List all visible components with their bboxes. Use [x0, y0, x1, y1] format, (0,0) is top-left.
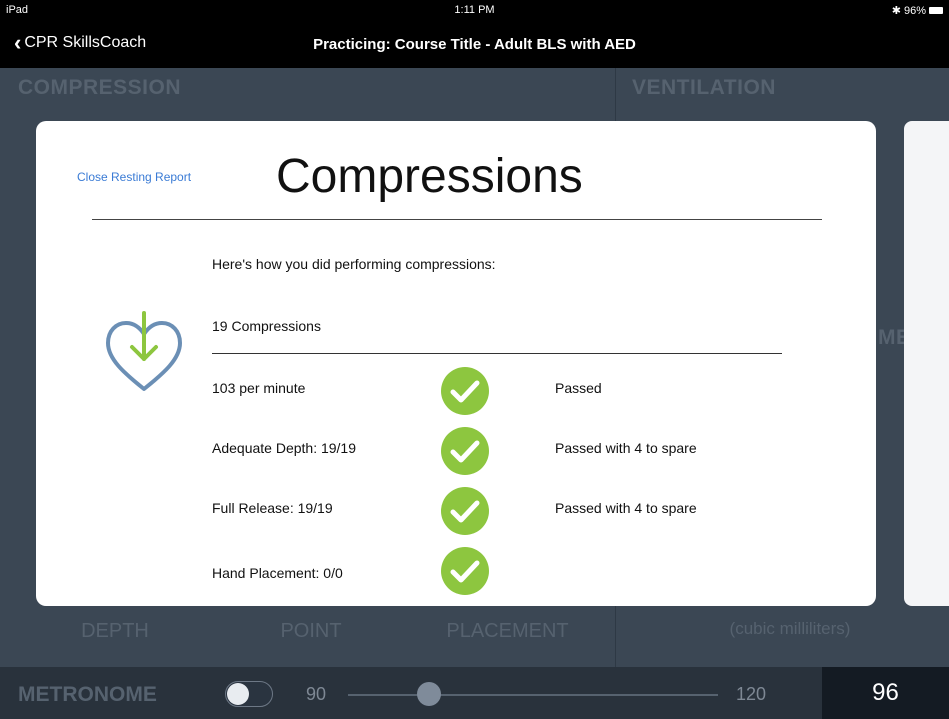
result-row-rate: 103 per minute Passed [36, 366, 876, 416]
result-status: Passed [555, 380, 602, 396]
result-row-release: Full Release: 19/19 Passed with 4 to spa… [36, 486, 876, 536]
clock: 1:11 PM [454, 4, 495, 16]
check-circle-icon [441, 367, 489, 415]
page-title: Practicing: Course Title - Adult BLS wit… [313, 36, 636, 53]
metronome-slider-thumb[interactable] [417, 682, 441, 706]
result-row-hand-placement: Hand Placement: 0/0 [36, 546, 876, 596]
metronome-label: METRONOME [18, 683, 157, 706]
report-heading: Compressions [276, 150, 583, 203]
result-status: Passed with 4 to spare [555, 500, 697, 516]
battery-indicator: ✱ 96% [892, 4, 943, 17]
close-report-link[interactable]: Close Resting Report [77, 170, 191, 184]
metronome-min: 90 [306, 684, 327, 704]
compressions-report-card: Close Resting Report Compressions Here's… [36, 121, 876, 606]
metronome-bar: METRONOME 90 120 96 [0, 667, 949, 719]
result-status: Passed with 4 to spare [555, 440, 697, 456]
metronome-value: 96 [822, 667, 949, 719]
toggle-knob [227, 683, 249, 705]
battery-icon [929, 7, 943, 14]
result-label: Full Release: 19/19 [212, 500, 333, 516]
check-circle-icon [441, 547, 489, 595]
result-label: Adequate Depth: 19/19 [212, 440, 357, 456]
ventilation-header: VENTILATION [632, 76, 776, 99]
result-label: 103 per minute [212, 380, 306, 396]
metronome-slider-track[interactable] [348, 694, 718, 696]
report-intro: Here's how you did performing compressio… [212, 256, 496, 272]
battery-percent: 96% [903, 4, 926, 17]
status-bar: iPad 1:11 PM ✱ 96% [0, 0, 949, 20]
compression-count: 19 Compressions [212, 318, 321, 334]
ventilation-volume-unit: (cubic milliliters) [729, 619, 851, 638]
metronome-max: 120 [736, 684, 767, 704]
hand-placement-label: PLACEMENT [446, 620, 569, 642]
result-label: Hand Placement: 0/0 [212, 565, 343, 581]
bluetooth-icon: ✱ [891, 5, 901, 17]
check-circle-icon [441, 487, 489, 535]
release-point-label: POINT [280, 620, 342, 642]
compression-header: COMPRESSION [18, 76, 182, 99]
navigation-bar: ‹ CPR SkillsCoach Practicing: Course Tit… [0, 20, 949, 68]
check-circle-icon [441, 427, 489, 475]
heading-divider [92, 219, 822, 220]
result-row-depth: Adequate Depth: 19/19 Passed with 4 to s… [36, 426, 876, 476]
compression-depth-label: DEPTH [81, 620, 149, 642]
metronome-toggle[interactable] [225, 681, 273, 707]
next-report-card[interactable] [904, 121, 949, 606]
count-divider [212, 353, 782, 354]
